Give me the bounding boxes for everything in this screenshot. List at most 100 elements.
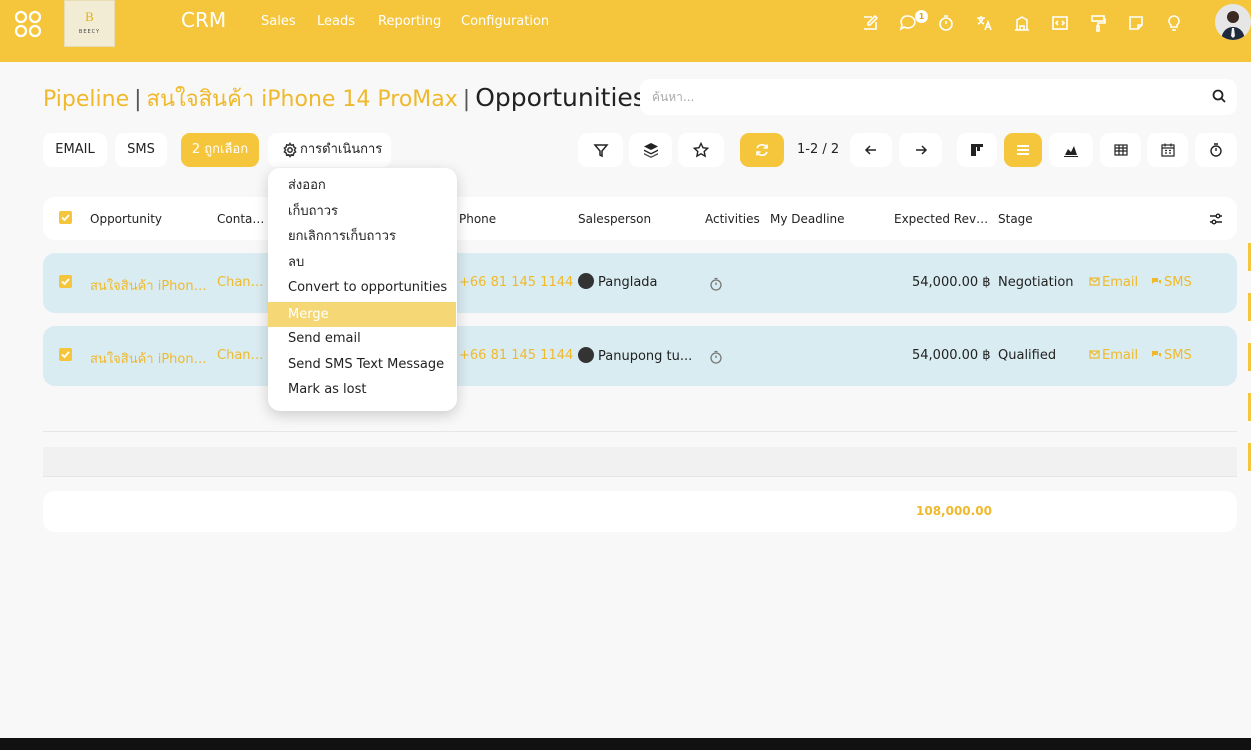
kanban-view-icon xyxy=(971,143,983,156)
actions-button[interactable]: การดำเนินการ xyxy=(268,133,391,167)
user-avatar[interactable] xyxy=(1215,4,1251,40)
menu-item-export[interactable]: ส่งออก xyxy=(268,173,456,198)
search-icon[interactable] xyxy=(1211,88,1227,104)
chat-bubbles-icon xyxy=(1152,278,1161,284)
row-phone[interactable]: +66 81 145 1144 xyxy=(459,275,573,290)
kanban-view-button[interactable] xyxy=(957,133,997,167)
menu-item-mark-lost[interactable]: Mark as lost xyxy=(268,377,456,402)
sms-label: SMS xyxy=(1164,348,1192,363)
row-phone[interactable]: +66 81 145 1144 xyxy=(459,348,573,363)
menu-item-unarchive[interactable]: ยกเลิกการเก็บถาวร xyxy=(268,224,456,249)
menu-item-send-email[interactable]: Send email xyxy=(268,326,456,351)
menu-item-convert[interactable]: Convert to opportunities xyxy=(268,275,456,300)
row-sms-button[interactable]: SMS xyxy=(1151,348,1192,363)
pivot-view-button[interactable] xyxy=(1100,133,1141,167)
graph-view-icon xyxy=(1064,145,1078,157)
list-view-button[interactable] xyxy=(1004,133,1042,167)
star-icon xyxy=(692,141,710,157)
row-email-button[interactable]: Email xyxy=(1089,348,1138,363)
nav-leads[interactable]: Leads xyxy=(317,14,355,29)
breadcrumb-pipeline[interactable]: Pipeline xyxy=(43,87,129,112)
calendar-view-icon xyxy=(1160,143,1175,157)
row-stage: Qualified xyxy=(998,348,1057,363)
menu-item-delete[interactable]: ลบ xyxy=(268,250,456,275)
column-header-opportunity[interactable]: Opportunity xyxy=(90,212,162,226)
row-salesperson[interactable]: Panglada xyxy=(578,273,696,290)
row-contact[interactable]: Chanokporn xyxy=(217,275,267,290)
search-input[interactable] xyxy=(652,87,1192,107)
messages-icon[interactable]: 1 xyxy=(898,10,928,35)
revenue-total: 108,000.00 xyxy=(916,504,992,518)
edit-note-icon[interactable] xyxy=(860,13,882,35)
list-header: Opportunity Contact Name Phone Salespers… xyxy=(43,197,1237,240)
email-label: Email xyxy=(1102,348,1139,363)
nav-reporting[interactable]: Reporting xyxy=(378,14,441,29)
app-name[interactable]: CRM xyxy=(181,8,226,32)
translate-icon[interactable] xyxy=(974,13,996,35)
sticky-note-icon[interactable] xyxy=(1126,13,1148,35)
menu-item-merge[interactable]: Merge xyxy=(268,302,456,327)
row-checkbox[interactable] xyxy=(59,275,72,288)
select-all-checkbox[interactable] xyxy=(59,211,72,224)
sms-button[interactable]: SMS xyxy=(115,133,167,167)
row-contact[interactable]: Chanokporn xyxy=(217,348,267,363)
nav-configuration[interactable]: Configuration xyxy=(461,14,549,29)
graph-view-button[interactable] xyxy=(1049,133,1093,167)
row-revenue: 54,000.00 ฿ xyxy=(912,275,991,290)
row-opportunity[interactable]: สนใจสินค้า iPhone 14 ProMax xyxy=(90,275,207,296)
page-title: Opportunities xyxy=(475,83,646,112)
filter-icon xyxy=(592,143,609,157)
bottom-strip xyxy=(0,738,1251,750)
breadcrumb-separator: | xyxy=(134,87,142,112)
company-switch-icon[interactable] xyxy=(1012,13,1034,35)
row-revenue: 54,000.00 ฿ xyxy=(912,348,991,363)
salesperson-name: Panglada xyxy=(598,275,658,290)
timer-icon[interactable] xyxy=(936,13,958,35)
nav-sales[interactable]: Sales xyxy=(261,14,296,29)
search-bar xyxy=(640,79,1237,115)
column-header-deadline[interactable]: My Deadline xyxy=(770,212,845,226)
group-by-button[interactable] xyxy=(629,133,672,167)
company-logo[interactable]: B BEECY xyxy=(64,0,115,47)
chat-bubbles-icon xyxy=(1152,351,1161,357)
column-header-activities[interactable]: Activities xyxy=(705,212,760,226)
column-header-stage[interactable]: Stage xyxy=(998,212,1033,226)
previous-page-button[interactable] xyxy=(850,133,892,167)
column-header-revenue[interactable]: Expected Revenue xyxy=(894,212,991,226)
message-count-badge: 1 xyxy=(915,10,928,23)
table-row[interactable]: สนใจสินค้า iPhone 14 ProMax Chanokporn +… xyxy=(43,326,1237,386)
apps-menu-icon[interactable] xyxy=(14,10,42,38)
refresh-icon xyxy=(756,143,768,156)
email-button[interactable]: EMAIL xyxy=(43,133,107,167)
column-header-phone[interactable]: Phone xyxy=(459,212,496,226)
next-page-button[interactable] xyxy=(899,133,942,167)
row-opportunity[interactable]: สนใจสินค้า iPhone 14 ProMax xyxy=(90,348,207,369)
actions-label: การดำเนินการ xyxy=(300,142,383,157)
lightbulb-icon[interactable] xyxy=(1164,13,1186,35)
selection-count-button[interactable]: 2 ถูกเลือก xyxy=(181,133,259,167)
table-row[interactable]: สนใจสินค้า iPhone 14 ProMax Chanokporn +… xyxy=(43,253,1237,313)
activity-clock-icon[interactable] xyxy=(709,277,723,291)
menu-item-send-sms[interactable]: Send SMS Text Message xyxy=(268,352,456,377)
breadcrumb-lead[interactable]: สนใจสินค้า iPhone 14 ProMax xyxy=(147,87,458,112)
row-sms-button[interactable]: SMS xyxy=(1151,275,1192,290)
filter-button[interactable] xyxy=(578,133,623,167)
developer-code-icon[interactable] xyxy=(1050,13,1072,35)
column-header-contact[interactable]: Contact Name xyxy=(217,212,267,226)
row-checkbox[interactable] xyxy=(59,348,72,361)
paint-roller-icon[interactable] xyxy=(1088,13,1110,35)
calendar-view-button[interactable] xyxy=(1147,133,1188,167)
salesperson-avatar xyxy=(578,347,594,363)
actions-dropdown-menu: ส่งออก เก็บถาวร ยกเลิกการเก็บถาวร ลบ Con… xyxy=(268,168,457,411)
row-stage: Negotiation xyxy=(998,275,1074,290)
column-header-salesperson[interactable]: Salesperson xyxy=(578,212,651,226)
row-email-button[interactable]: Email xyxy=(1089,275,1138,290)
activity-clock-icon[interactable] xyxy=(709,350,723,364)
pager-value[interactable]: 1-2 / 2 xyxy=(797,142,839,157)
favorites-button[interactable] xyxy=(678,133,724,167)
refresh-button[interactable] xyxy=(740,133,784,167)
row-salesperson[interactable]: Panupong tu... xyxy=(578,347,696,364)
menu-item-archive[interactable]: เก็บถาวร xyxy=(268,199,456,224)
optional-columns-icon[interactable] xyxy=(1209,212,1223,226)
activity-view-button[interactable] xyxy=(1195,133,1237,167)
